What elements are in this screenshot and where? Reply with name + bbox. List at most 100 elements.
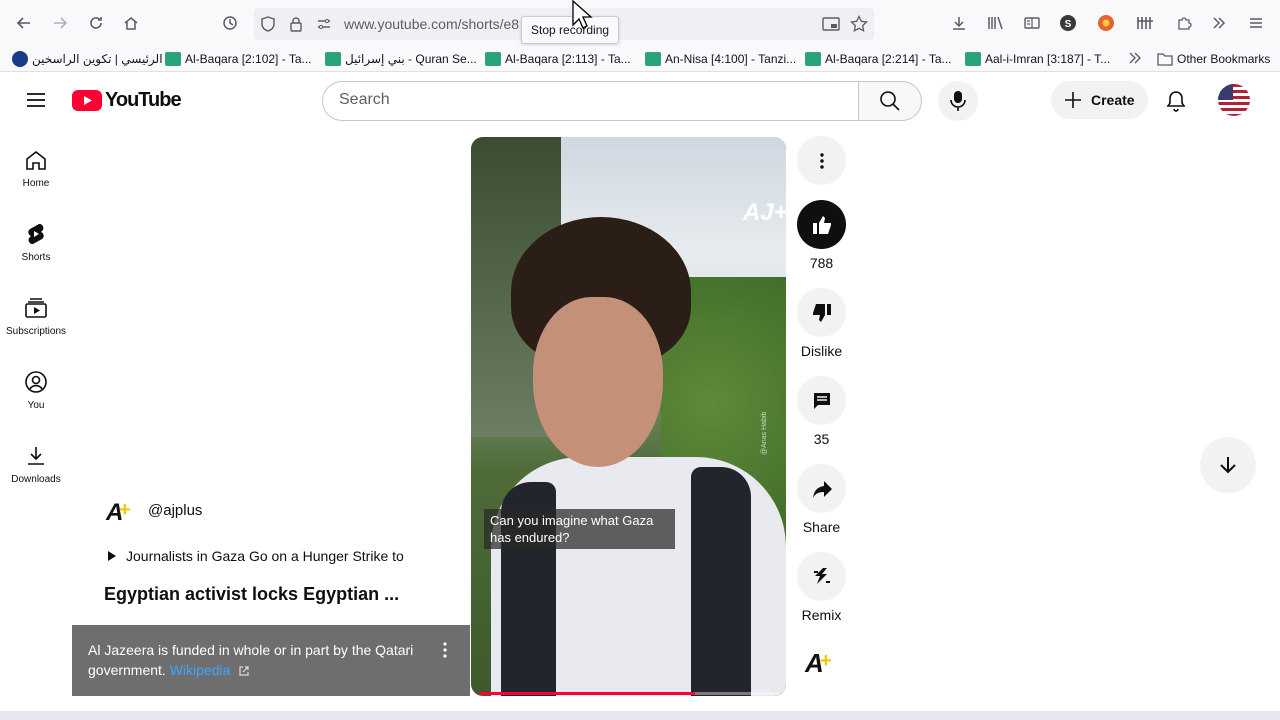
bookmark-item[interactable]: بني إسرائيل - Quran Se... xyxy=(325,50,477,68)
video-title[interactable]: Egyptian activist locks Egyptian ... xyxy=(104,584,399,605)
comments-button[interactable] xyxy=(797,376,846,425)
channel-handle[interactable]: @ajplus xyxy=(148,502,202,519)
wikipedia-link[interactable]: Wikipedia xyxy=(170,662,231,678)
us-flag-avatar-icon xyxy=(1218,84,1250,116)
bookmark-label: Al-Baqara [2:214] - Ta... xyxy=(825,52,952,66)
ajplus-logo-icon: A + xyxy=(804,648,832,678)
extension-s-icon[interactable]: S xyxy=(1055,10,1081,36)
bookmark-label: Aal-i-Imran [3:187] - T... xyxy=(985,52,1111,66)
reload-icon[interactable] xyxy=(83,10,109,36)
dislike-button[interactable] xyxy=(797,288,846,337)
more-actions-button[interactable] xyxy=(797,136,846,185)
bookmark-favicon-icon xyxy=(165,52,181,66)
play-triangle-icon xyxy=(106,550,118,562)
video-watermark: @Anas Habib xyxy=(761,411,768,455)
remix-icon xyxy=(813,567,830,584)
subscriptions-icon xyxy=(25,298,47,318)
youtube-header: YouTube Create xyxy=(0,72,1280,128)
bookmark-item[interactable]: Al-Baqara [2:102] - Ta... xyxy=(165,50,312,68)
mouse-cursor-icon xyxy=(572,0,596,32)
other-bookmarks-label: Other Bookmarks xyxy=(1177,52,1271,66)
bookmark-item[interactable]: Al-Baqara [2:113] - Ta... xyxy=(485,50,631,68)
shield-icon[interactable] xyxy=(260,16,276,32)
bookmarks-overflow-icon[interactable] xyxy=(1128,51,1142,65)
voice-search-button[interactable] xyxy=(938,81,978,121)
like-button[interactable] xyxy=(797,200,846,249)
extension-bars-icon[interactable] xyxy=(1132,10,1158,36)
create-button[interactable]: Create xyxy=(1051,81,1148,119)
video-progress-bar[interactable] xyxy=(479,692,779,695)
library-icon[interactable] xyxy=(983,10,1009,36)
search-icon xyxy=(880,91,900,111)
svg-text:S: S xyxy=(1065,19,1072,30)
plus-icon xyxy=(1065,92,1081,108)
bookmark-item[interactable]: Al-Baqara [2:214] - Ta... xyxy=(805,50,952,68)
guide-menu-icon[interactable] xyxy=(24,88,48,112)
menu-hamburger-icon[interactable] xyxy=(1243,10,1269,36)
video-progress-fill xyxy=(479,692,695,695)
back-icon[interactable] xyxy=(11,10,37,36)
search-input[interactable] xyxy=(339,91,839,109)
home-browser-icon[interactable] xyxy=(118,10,144,36)
bookmark-item[interactable]: الرئيسي | تكوين الراسخين xyxy=(12,50,163,68)
youtube-logo[interactable]: YouTube xyxy=(72,89,182,112)
next-short-button[interactable] xyxy=(1200,437,1256,493)
extension-orange-icon[interactable] xyxy=(1093,10,1119,36)
forward-icon[interactable] xyxy=(47,10,73,36)
bookmark-star-icon[interactable] xyxy=(850,15,868,33)
guide-item-subscriptions[interactable]: Subscriptions xyxy=(4,296,68,356)
bookmarks-bar: الرئيسي | تكوين الراسخين Al-Baqara [2:10… xyxy=(0,46,1280,72)
bookmark-favicon-icon xyxy=(12,51,28,67)
bookmark-label: بني إسرائيل - Quran Se... xyxy=(345,52,477,66)
share-label: Share xyxy=(802,519,841,535)
notifications-bell-icon[interactable] xyxy=(1164,89,1188,113)
other-bookmarks-folder[interactable]: Other Bookmarks xyxy=(1157,50,1270,68)
video-frame-person-face xyxy=(533,297,663,467)
guide-label: Home xyxy=(22,178,50,189)
overflow-chevrons-icon[interactable] xyxy=(1206,10,1232,36)
svg-text:+: + xyxy=(820,650,832,672)
reader-view-icon[interactable] xyxy=(1019,10,1045,36)
share-arrow-icon xyxy=(812,480,832,498)
create-label: Create xyxy=(1091,92,1135,108)
downloads-browser-icon[interactable] xyxy=(946,10,972,36)
extensions-puzzle-icon[interactable] xyxy=(1171,10,1197,36)
remix-button[interactable] xyxy=(797,552,846,601)
lock-icon[interactable] xyxy=(289,16,303,32)
guide-item-downloads[interactable]: Downloads xyxy=(4,444,68,504)
external-link-icon[interactable] xyxy=(238,665,250,677)
shorts-icon xyxy=(28,223,44,245)
bookmark-favicon-icon xyxy=(645,52,661,66)
search-box[interactable] xyxy=(322,81,859,121)
bookmark-item[interactable]: An-Nisa [4:100] - Tanzi... xyxy=(645,50,796,68)
avatar[interactable] xyxy=(1218,84,1250,116)
comment-icon xyxy=(813,392,830,409)
shorts-video-player[interactable]: AJ+ @Anas Habib Can you imagine what Gaz… xyxy=(471,137,786,696)
thumbs-up-icon xyxy=(812,215,831,234)
guide-item-home[interactable]: Home xyxy=(4,148,68,208)
share-button[interactable] xyxy=(797,464,846,513)
funding-info-panel: Al Jazeera is funded in whole or in part… xyxy=(72,625,470,696)
guide-label: Subscriptions xyxy=(5,326,67,337)
bookmark-favicon-icon xyxy=(485,52,501,66)
youtube-logo-text: YouTube xyxy=(105,89,182,111)
channel-sound-avatar[interactable]: A + xyxy=(803,644,839,680)
video-ajplus-logo: AJ+ xyxy=(743,199,786,226)
bookmark-label: An-Nisa [4:100] - Tanzi... xyxy=(665,52,797,66)
you-icon xyxy=(25,371,47,393)
history-icon[interactable] xyxy=(217,10,243,36)
guide-item-you[interactable]: You xyxy=(4,370,68,430)
playlist-link[interactable]: Journalists in Gaza Go on a Hunger Strik… xyxy=(126,548,404,564)
more-options-icon[interactable] xyxy=(443,642,447,658)
bookmark-label: Al-Baqara [2:102] - Ta... xyxy=(185,52,312,66)
guide-item-shorts[interactable]: Shorts xyxy=(4,222,68,282)
like-count: 788 xyxy=(809,255,834,271)
url-text[interactable]: www.youtube.com/shorts/e8 xyxy=(344,16,519,32)
permissions-icon[interactable] xyxy=(316,16,332,32)
channel-avatar[interactable]: A + xyxy=(104,494,138,528)
bookmark-item[interactable]: Aal-i-Imran [3:187] - T... xyxy=(965,50,1110,68)
picture-in-picture-icon[interactable] xyxy=(822,16,840,32)
downloads-icon xyxy=(28,447,44,465)
bookmark-label: Al-Baqara [2:113] - Ta... xyxy=(505,52,631,66)
search-button[interactable] xyxy=(858,81,922,121)
